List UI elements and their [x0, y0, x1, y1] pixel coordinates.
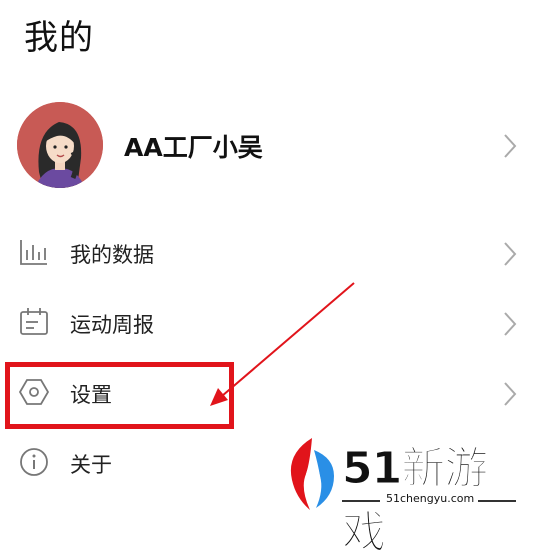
menu-item-my-data[interactable]: 我的数据 [0, 226, 542, 282]
watermark-rule-right [472, 500, 516, 502]
watermark-rule-left [342, 500, 380, 502]
avatar[interactable] [17, 102, 103, 188]
watermark-domain: 51chengyu.com [382, 492, 479, 505]
menu-item-label: 我的数据 [70, 243, 154, 267]
menu-item-weekly-report[interactable]: 运动周报 [0, 296, 542, 352]
chevron-right-icon [504, 312, 517, 336]
menu-item-label: 关于 [70, 453, 112, 477]
page-title: 我的 [24, 18, 94, 58]
chevron-right-icon [504, 382, 517, 406]
menu-item-label: 运动周报 [70, 313, 154, 337]
chevron-right-icon [504, 242, 517, 266]
highlight-box [5, 362, 234, 429]
watermark: 51新游戏 51chengyu.com [282, 436, 522, 559]
profile-name: AA工厂小吴 [124, 133, 263, 162]
chevron-right-icon [504, 134, 517, 158]
calendar-icon [20, 308, 48, 335]
info-icon [20, 448, 48, 476]
brand-logo [290, 438, 334, 510]
profile-row[interactable]: AA工厂小吴 [0, 100, 542, 192]
bar-chart-icon [20, 240, 47, 265]
avatar-illustration [17, 102, 103, 188]
